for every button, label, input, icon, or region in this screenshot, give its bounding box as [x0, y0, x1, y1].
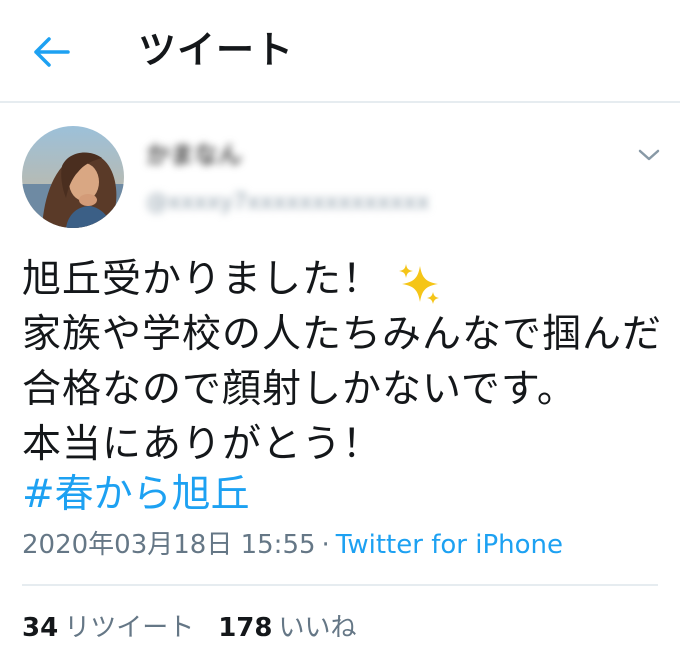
top-bar: ツイート	[0, 0, 680, 103]
divider	[22, 584, 658, 586]
tweet-text: 旭丘受かりました！ 家族や学校の人たちみんなで掴んだ合格なので顔射しかないです。…	[22, 257, 663, 467]
page-title: ツイート	[138, 28, 295, 72]
hashtag-link[interactable]: #春から旭丘	[22, 470, 250, 520]
tweet-menu-button[interactable]	[634, 144, 664, 166]
meta-separator: ·	[321, 530, 330, 560]
tweet-body: 旭丘受かりました！ 家族や学校の人たちみんなで掴んだ合格なので顔射しかないです。…	[22, 252, 672, 472]
chevron-down-icon	[638, 149, 660, 161]
tweet-meta: 2020年03月18日 15:55 · Twitter for iPhone	[22, 528, 563, 562]
profile-photo	[22, 126, 124, 228]
likes-label: いいね	[278, 613, 357, 643]
retweets-count: 34	[22, 613, 59, 643]
likes-count: 178	[218, 613, 273, 643]
author-name[interactable]: かまなん	[146, 142, 242, 168]
sparkles-emoji	[398, 262, 442, 306]
retweets-link[interactable]: 34 リツイート	[22, 610, 194, 646]
retweets-label: リツイート	[64, 613, 195, 643]
arrow-left-icon	[34, 37, 70, 67]
tweet-date[interactable]: 2020年03月18日 15:55	[22, 530, 316, 560]
likes-link[interactable]: 178 いいね	[218, 610, 356, 646]
engagement-stats: 34 リツイート 178 いいね	[22, 610, 357, 646]
avatar[interactable]	[22, 126, 124, 228]
tweet-source-link[interactable]: Twitter for iPhone	[336, 530, 563, 560]
author-handle[interactable]: @xxxxy7xxxxxxxxxxxxxx	[146, 190, 429, 216]
back-button[interactable]	[30, 32, 74, 72]
